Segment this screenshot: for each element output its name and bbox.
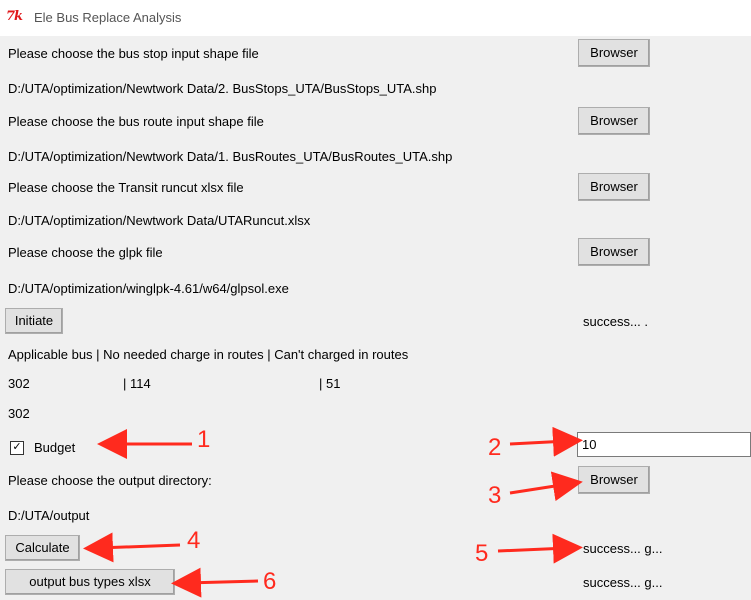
- arrow-3: [509, 471, 583, 502]
- annotation-arrows: [83, 426, 583, 598]
- annotation-number-6: 6: [263, 568, 277, 595]
- annotation-number-5: 5: [475, 540, 489, 567]
- arrow-6: [171, 567, 259, 598]
- arrow-2: [509, 426, 583, 457]
- annotation-number-3: 3: [488, 482, 502, 509]
- annotation-number-2: 2: [488, 434, 502, 461]
- arrow-5: [497, 533, 583, 564]
- arrow-4: [83, 532, 181, 563]
- annotation-number-1: 1: [197, 426, 211, 453]
- annotation-number-4: 4: [187, 527, 201, 554]
